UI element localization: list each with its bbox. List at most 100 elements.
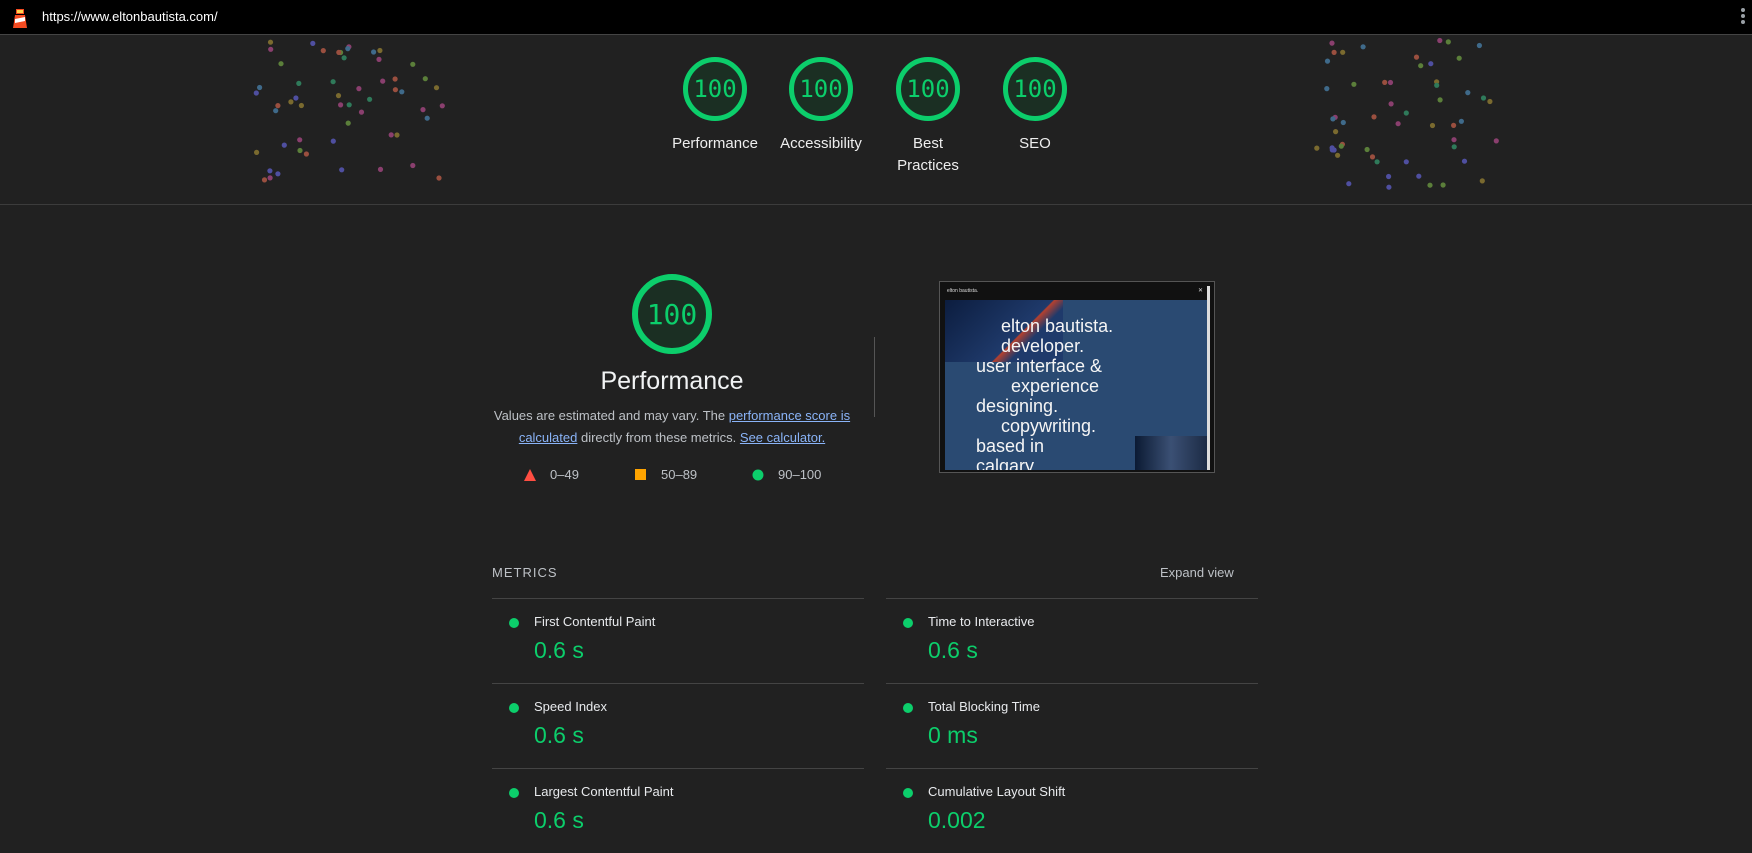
metric-name: Time to Interactive (928, 614, 1035, 629)
confetti-dot (261, 177, 268, 183)
confetti-dot (356, 86, 362, 92)
confetti-dot (1333, 129, 1339, 135)
gauge-accessibility[interactable]: 100 Accessibility (766, 57, 876, 155)
screenshot-site-title: elton bautista. (947, 288, 979, 294)
confetti-dot (296, 80, 302, 86)
metric-name: Largest Contentful Paint (534, 784, 674, 799)
legend-fail-range: 0–49 (550, 467, 579, 482)
confetti-dot (257, 84, 263, 91)
confetti-dot (298, 102, 304, 109)
confetti-dot (1479, 178, 1485, 184)
expand-view-button[interactable]: Expand view (1160, 565, 1234, 580)
performance-description: Values are estimated and may vary. The p… (492, 405, 852, 449)
confetti-dot (439, 103, 445, 109)
category-summary: 100 Performance 100 Accessibility 100 Be… (0, 35, 1752, 205)
confetti-dot (410, 162, 416, 169)
confetti-dot (1465, 90, 1471, 96)
final-screenshot[interactable]: elton bautista. ✕ elton bautista. develo… (939, 281, 1215, 473)
gauge-accessibility-score: 100 (789, 57, 853, 121)
confetti-dot (1330, 116, 1336, 122)
confetti-dot (293, 95, 299, 101)
confetti-dot (345, 46, 351, 52)
pass-dot-icon (903, 703, 913, 713)
confetti-dot (1461, 158, 1468, 164)
confetti-right-decoration (1314, 37, 1499, 190)
legend-fail: 0–49 (524, 467, 579, 482)
gauge-performance-label: Performance (672, 135, 758, 152)
metric-name: Total Blocking Time (928, 699, 1040, 714)
gauge-best-practices[interactable]: 100 Best Practices (873, 57, 983, 177)
confetti-dot (338, 102, 344, 108)
screenshot-close-icon: ✕ (1197, 288, 1203, 294)
confetti-dot (1329, 40, 1335, 46)
legend-average: 50–89 (635, 467, 697, 482)
pass-dot-icon (509, 788, 519, 798)
confetti-dot (345, 120, 351, 126)
confetti-dot (1451, 144, 1457, 150)
confetti-dot (341, 55, 347, 61)
more-menu-icon[interactable] (1740, 8, 1746, 28)
screenshot-hero: elton bautista. developer. user interfac… (945, 300, 1207, 470)
confetti-dot (1369, 154, 1376, 160)
confetti-dot (1487, 98, 1493, 105)
confetti-dot (388, 132, 394, 138)
confetti-dot (1445, 39, 1451, 45)
confetti-dot (1340, 49, 1346, 55)
confetti-dot (424, 115, 430, 121)
top-bar: https://www.eltonbautista.com/ (0, 0, 1752, 35)
confetti-dot (1440, 182, 1446, 188)
metric-value: 0.6 s (928, 637, 978, 663)
confetti-dot (1374, 159, 1380, 165)
confetti-dot (371, 49, 377, 55)
confetti-dot (1403, 159, 1409, 165)
lighthouse-icon (13, 9, 27, 28)
gauge-performance[interactable]: 100 Performance (660, 57, 770, 155)
confetti-dot (1413, 54, 1420, 60)
metric-name: Speed Index (534, 699, 608, 714)
confetti-dot (1329, 145, 1335, 151)
gauge-performance-score: 100 (683, 57, 747, 121)
confetti-dot (1324, 86, 1330, 92)
confetti-dot (1395, 121, 1401, 127)
url-text: https://www.eltonbautista.com/ (42, 9, 218, 24)
confetti-dot (392, 87, 398, 93)
metric-value: 0.002 (928, 807, 986, 833)
confetti-dot (1429, 122, 1436, 129)
confetti-dot (1386, 184, 1392, 190)
description-text: Values are estimated and may vary. The (493, 408, 729, 423)
confetti-dot (281, 142, 287, 148)
confetti-dot (1456, 55, 1462, 61)
confetti-dot (392, 76, 398, 82)
pass-dot-icon (509, 618, 519, 628)
confetti-dot (278, 61, 284, 67)
section-divider (874, 337, 875, 417)
confetti-dot (1434, 82, 1440, 88)
metric-largest-contentful-paint: Largest Contentful Paint 0.6 s (492, 768, 864, 853)
screenshot-scrollbar (1207, 286, 1210, 470)
confetti-dot (1340, 119, 1346, 126)
confetti-dot (297, 147, 303, 154)
screenshot-hero-text: elton bautista. developer. user interfac… (976, 316, 1114, 470)
metric-speed-index: Speed Index 0.6 s (492, 683, 864, 768)
pass-dot-icon (509, 703, 519, 713)
confetti-dot (1346, 181, 1352, 187)
confetti-dot (1338, 143, 1344, 149)
metric-value: 0.6 s (534, 807, 584, 833)
confetti-dot (1428, 61, 1434, 67)
orange-square-icon (635, 468, 646, 480)
confetti-dot (330, 79, 336, 85)
performance-title: Performance (600, 367, 744, 395)
confetti-dot (436, 175, 442, 181)
confetti-dot (1314, 145, 1320, 151)
confetti-dot (1331, 49, 1337, 55)
confetti-left-decoration (253, 39, 445, 183)
confetti-dot (376, 56, 382, 62)
legend-pass-range: 90–100 (778, 467, 822, 482)
confetti-dot (288, 99, 294, 105)
gauge-seo[interactable]: 100 SEO (980, 57, 1090, 155)
confetti-dot (377, 166, 384, 172)
confetti-dot (268, 46, 274, 52)
confetti-dot (1351, 81, 1357, 87)
see-calculator-link[interactable]: See calculator. (740, 430, 825, 445)
gauge-seo-score: 100 (1003, 57, 1067, 121)
